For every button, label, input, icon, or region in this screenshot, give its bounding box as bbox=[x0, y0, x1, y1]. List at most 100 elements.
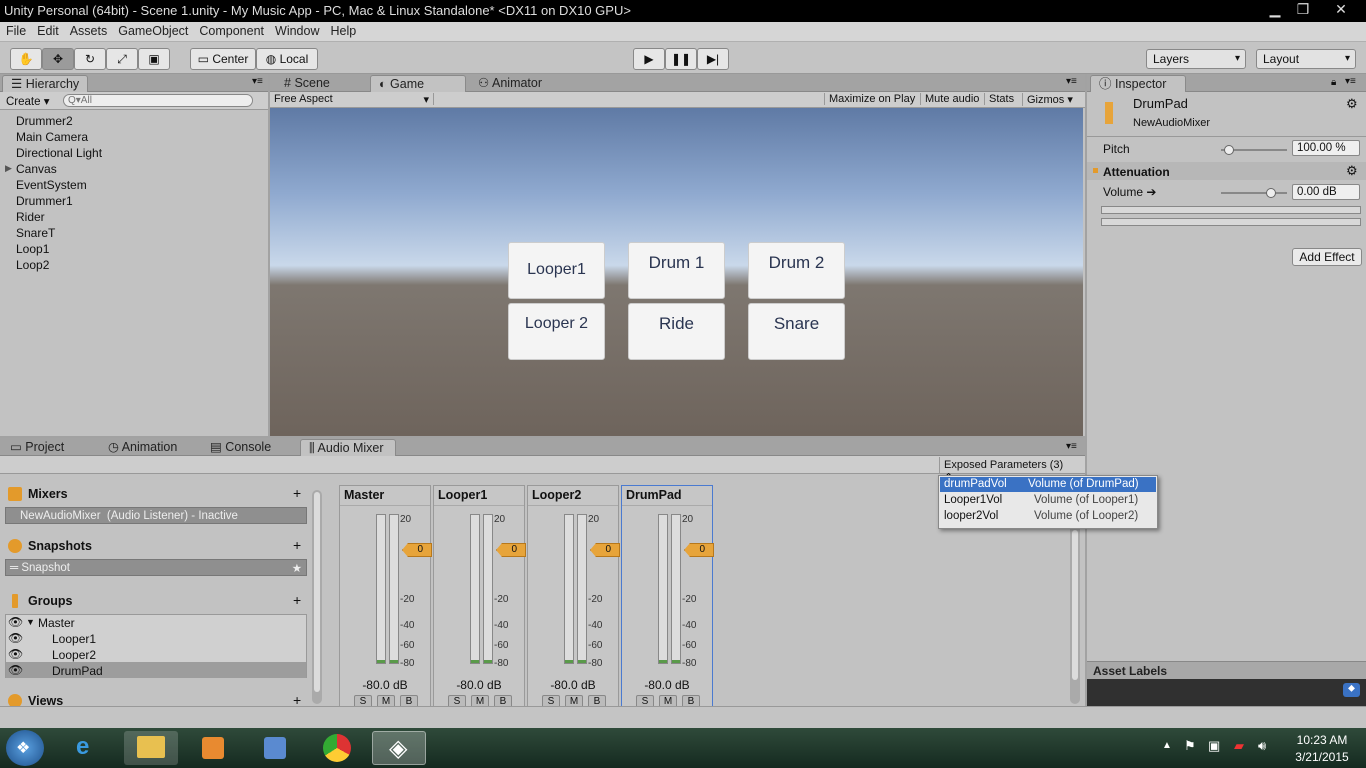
tag-icon[interactable]: ⬥ bbox=[1343, 683, 1360, 697]
pitch-slider[interactable] bbox=[1221, 145, 1287, 155]
tab-scene[interactable]: # Scene bbox=[276, 75, 338, 92]
hierarchy-item-snaret[interactable]: SnareT bbox=[16, 226, 55, 240]
lock-icon[interactable]: 🔒︎ bbox=[1331, 77, 1336, 88]
hierarchy-item-drummer2[interactable]: Drummer2 bbox=[16, 114, 73, 128]
action-center-icon[interactable]: ⚑ bbox=[1184, 738, 1196, 754]
create-dropdown[interactable]: Create ▾ bbox=[6, 94, 50, 108]
aspect-dropdown[interactable]: Free Aspect ▾ bbox=[274, 93, 434, 106]
clock-time[interactable]: 10:23 AM bbox=[1284, 733, 1360, 747]
pitch-slider-knob[interactable] bbox=[1223, 145, 1234, 155]
right-scrollbar-thumb[interactable] bbox=[1072, 530, 1078, 680]
menu-file[interactable]: File bbox=[0, 22, 31, 38]
ride-button[interactable]: Ride bbox=[628, 303, 725, 360]
drum1-button[interactable]: Drum 1 bbox=[628, 242, 725, 299]
volume-slider[interactable] bbox=[1221, 188, 1287, 198]
volume-icon[interactable]: 🔊︎ bbox=[1258, 738, 1266, 754]
stats-toggle[interactable]: Stats bbox=[984, 93, 1014, 105]
group-item-drumpad[interactable]: DrumPad bbox=[52, 664, 103, 678]
start-button[interactable]: ❖ bbox=[6, 730, 44, 766]
strip-fader[interactable]: 0 bbox=[590, 543, 620, 557]
pitch-field[interactable]: 100.00 % bbox=[1292, 140, 1360, 156]
strip-fader[interactable]: 0 bbox=[684, 543, 714, 557]
strip-fader[interactable]: 0 bbox=[402, 543, 432, 557]
add-group-button[interactable]: + bbox=[293, 592, 301, 608]
taskbar-chrome[interactable] bbox=[310, 731, 364, 765]
attenuation-gear-icon[interactable]: ⚙ bbox=[1346, 163, 1358, 179]
exposed-parameters-dropdown[interactable]: Exposed Parameters (3) ⇕ bbox=[939, 457, 1079, 484]
hierarchy-item-eventsystem[interactable]: EventSystem bbox=[16, 178, 87, 192]
eye-icon[interactable]: 👁︎ bbox=[8, 615, 23, 629]
pause-button[interactable]: ❚❚ bbox=[665, 48, 697, 70]
tab-hierarchy[interactable]: ☰ Hierarchy bbox=[2, 75, 89, 92]
menu-help[interactable]: Help bbox=[324, 22, 361, 38]
drum2-button[interactable]: Drum 2 bbox=[748, 242, 845, 299]
mixer-item-newaudiomixer[interactable]: NewAudioMixer (Audio Listener) - Inactiv… bbox=[5, 507, 307, 524]
group-item-looper1[interactable]: Looper1 bbox=[52, 632, 96, 646]
collapse-arrow-icon[interactable]: ▼ bbox=[26, 617, 35, 627]
looper2-button[interactable]: Looper 2 bbox=[508, 303, 605, 360]
settings-gear-icon[interactable]: ⚙ bbox=[1346, 96, 1358, 112]
game-viewport[interactable]: Looper1 Drum 1 Drum 2 Looper 2 Ride Snar… bbox=[270, 108, 1083, 436]
tab-inspector[interactable]: ⓘ Inspector bbox=[1090, 75, 1186, 92]
tab-console[interactable]: ▤ Console bbox=[202, 439, 279, 456]
hierarchy-item-drummer1[interactable]: Drummer1 bbox=[16, 194, 73, 208]
volume-slider-knob[interactable] bbox=[1265, 188, 1276, 198]
taskbar-media[interactable] bbox=[186, 731, 240, 765]
volume-field[interactable]: 0.00 dB bbox=[1292, 184, 1360, 200]
tab-project[interactable]: ▭ Project bbox=[2, 439, 72, 456]
tab-animation[interactable]: ◷ Animation bbox=[100, 439, 185, 456]
menu-gameobject[interactable]: GameObject bbox=[112, 22, 193, 38]
play-button[interactable]: ▶ bbox=[633, 48, 665, 70]
eye-icon[interactable]: 👁︎ bbox=[8, 631, 23, 645]
snare-button[interactable]: Snare bbox=[748, 303, 845, 360]
maximize-icon[interactable]: ❐ bbox=[1290, 0, 1316, 18]
left-scrollbar-thumb[interactable] bbox=[314, 492, 320, 692]
layout-dropdown[interactable]: Layout bbox=[1256, 49, 1356, 69]
move-tool-icon[interactable]: ✥ bbox=[42, 48, 74, 70]
rect-tool-icon[interactable]: ▣ bbox=[138, 48, 170, 70]
group-item-looper2[interactable]: Looper2 bbox=[52, 648, 96, 662]
taskbar-paint[interactable] bbox=[248, 731, 302, 765]
network-icon[interactable]: ▰ bbox=[1234, 738, 1244, 754]
star-icon[interactable]: ★ bbox=[292, 561, 302, 575]
add-mixer-button[interactable]: + bbox=[293, 485, 301, 501]
device-icon[interactable]: ▣ bbox=[1208, 738, 1220, 754]
exposed-param-row-looper1vol[interactable]: Looper1Vol Volume (of Looper1) bbox=[940, 493, 1156, 508]
group-item-master[interactable]: Master bbox=[38, 616, 75, 630]
eye-icon[interactable]: 👁︎ bbox=[8, 663, 23, 677]
panel-menu-icon[interactable]: ▾≡ bbox=[252, 76, 263, 87]
eye-icon[interactable]: 👁︎ bbox=[8, 647, 23, 661]
layers-dropdown[interactable]: Layers bbox=[1146, 49, 1246, 69]
taskbar-ie[interactable]: e bbox=[62, 731, 116, 765]
tab-game[interactable]: ◐ Game bbox=[370, 75, 466, 92]
panel-menu-icon[interactable]: ▾≡ bbox=[1345, 76, 1356, 87]
scale-tool-icon[interactable]: ⤢ bbox=[106, 48, 138, 70]
minimize-icon[interactable]: ▁ bbox=[1262, 0, 1288, 18]
tab-audio-mixer[interactable]: ⫼ Audio Mixer bbox=[300, 439, 396, 456]
exposed-param-row-looper2vol[interactable]: looper2Vol Volume (of Looper2) bbox=[940, 509, 1156, 524]
add-snapshot-button[interactable]: + bbox=[293, 537, 301, 553]
gizmos-dropdown[interactable]: Gizmos ▾ bbox=[1022, 93, 1073, 106]
tray-expand-icon[interactable]: ▲ bbox=[1162, 740, 1172, 751]
menu-component[interactable]: Component bbox=[193, 22, 269, 38]
menu-assets[interactable]: Assets bbox=[64, 22, 113, 38]
snapshot-item[interactable]: ═ Snapshot ★ bbox=[5, 559, 307, 576]
pivot-center-button[interactable]: ▭ Center bbox=[190, 48, 256, 70]
taskbar-explorer[interactable] bbox=[124, 731, 178, 765]
hierarchy-item-directional-light[interactable]: Directional Light bbox=[16, 146, 102, 160]
strip-fader[interactable]: 0 bbox=[496, 543, 526, 557]
clock-date[interactable]: 3/21/2015 bbox=[1284, 750, 1360, 764]
hierarchy-search-input[interactable] bbox=[63, 94, 253, 107]
pivot-local-button[interactable]: ◍ Local bbox=[256, 48, 318, 70]
close-icon[interactable]: ✕ bbox=[1326, 0, 1356, 18]
hierarchy-item-loop2[interactable]: Loop2 bbox=[16, 258, 49, 272]
hierarchy-item-canvas[interactable]: Canvas bbox=[16, 162, 57, 176]
exposed-param-row-drumpadvol[interactable]: drumPadVol Volume (of DrumPad) bbox=[940, 477, 1156, 492]
add-effect-button[interactable]: Add Effect bbox=[1292, 248, 1362, 266]
taskbar-unity[interactable]: ◈ bbox=[372, 731, 426, 765]
expand-arrow-icon[interactable]: ▶ bbox=[5, 163, 12, 174]
menu-edit[interactable]: Edit bbox=[31, 22, 64, 38]
tab-animator[interactable]: ⚇ Animator bbox=[470, 75, 550, 92]
panel-menu-icon[interactable]: ▾≡ bbox=[1066, 76, 1077, 87]
maximize-on-play-toggle[interactable]: Maximize on Play bbox=[824, 93, 915, 105]
